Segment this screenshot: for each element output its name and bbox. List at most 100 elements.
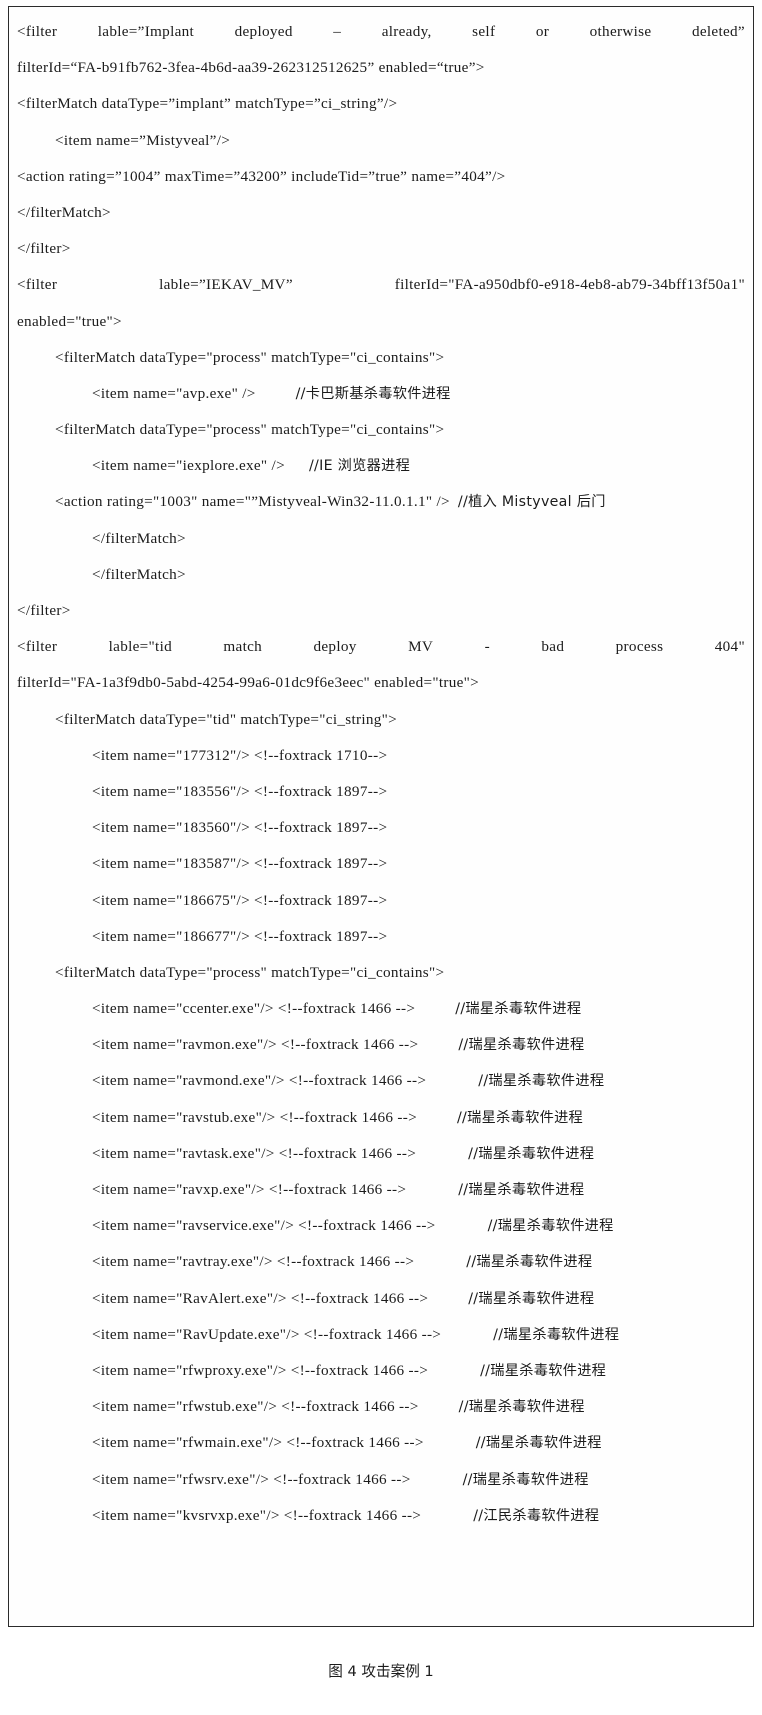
code-token: deploy: [313, 638, 357, 656]
code-listing-frame: <filter lable=”Implant deployed – already, se…: [8, 6, 754, 1627]
code-text: </filter>: [17, 602, 71, 619]
code-inline-comment: //瑞星杀毒软件进程: [480, 1362, 607, 1379]
code-line: <filterMatch dataType="process" matchTyp…: [17, 955, 745, 991]
code-inline-comment: //瑞星杀毒软件进程: [466, 1254, 593, 1271]
code-text: </filter>: [17, 240, 71, 258]
figure-caption: 图 4 攻击案例 1: [0, 1660, 762, 1681]
code-line: </filter>: [17, 231, 745, 267]
code-text: <item name="183560"/> <!--foxtrack 1897-…: [92, 819, 388, 837]
code-line: <item name="ravstub.exe"/> <!--foxtrack …: [17, 1100, 745, 1136]
code-token: <filter: [17, 638, 58, 656]
code-token: self: [472, 23, 496, 40]
code-token: <filter: [17, 23, 58, 40]
code-text: <item name="ravservice.exe"/> <!--foxtra…: [92, 1217, 436, 1235]
code-inline-comment: //瑞星杀毒软件进程: [458, 1399, 585, 1416]
code-line: <item name="ravmon.exe"/> <!--foxtrack 1…: [17, 1027, 745, 1063]
code-text: </filterMatch>: [92, 565, 186, 583]
code-line: <filter lable=”Implant deployed – already, se…: [17, 14, 745, 50]
code-line: <filter lable="tid match deploy MV - bad proces…: [17, 629, 745, 665]
code-token: otherwise: [589, 23, 652, 40]
code-line: <action rating="1003" name="”Mistyveal-W…: [17, 484, 745, 520]
code-text: <item name="ravmond.exe"/> <!--foxtrack …: [92, 1072, 427, 1090]
code-line: <item name="ravmond.exe"/> <!--foxtrack …: [17, 1063, 745, 1099]
code-inline-comment: //瑞星杀毒软件进程: [468, 1290, 595, 1307]
code-line: <item name="ravtask.exe"/> <!--foxtrack …: [17, 1136, 745, 1172]
code-token: <filter: [17, 276, 58, 294]
code-text: <item name="183587"/> <!--foxtrack 1897-…: [92, 855, 388, 873]
code-line: </filterMatch>: [17, 557, 745, 593]
code-text: <item name="186675"/> <!--foxtrack 1897-…: [92, 891, 388, 909]
xml-code-listing: <filter lable=”Implant deployed – already, se…: [17, 14, 745, 1534]
code-line: <filterMatch dataType="process" matchTyp…: [17, 412, 745, 448]
code-token: match: [223, 638, 263, 656]
code-line: <filterMatch dataType=”implant” matchTyp…: [17, 86, 745, 122]
code-text: <item name="kvsrvxp.exe"/> <!--foxtrack …: [92, 1506, 422, 1524]
code-line: <item name="ravxp.exe"/> <!--foxtrack 14…: [17, 1172, 745, 1208]
code-text: <item name="183556"/> <!--foxtrack 1897-…: [92, 782, 388, 800]
code-text: <action rating="1003" name="”Mistyveal-W…: [55, 493, 450, 511]
code-token: or: [535, 23, 550, 40]
code-inline-comment: //瑞星杀毒软件进程: [462, 1471, 589, 1488]
code-text: <item name="RavAlert.exe"/> <!--foxtrack…: [92, 1289, 429, 1307]
code-line: <item name="iexplore.exe" /> //IE 浏览器进程: [17, 448, 745, 484]
code-line: <item name="RavAlert.exe"/> <!--foxtrack…: [17, 1281, 745, 1317]
code-text: <item name="ravstub.exe"/> <!--foxtrack …: [92, 1108, 417, 1126]
code-token: deployed: [234, 23, 293, 40]
code-text: <filterMatch dataType="process" matchTyp…: [55, 348, 445, 366]
code-line: <filterMatch dataType="process" matchTyp…: [17, 340, 745, 376]
code-line: enabled="true">: [17, 304, 745, 340]
code-text: <item name="186677"/> <!--foxtrack 1897-…: [92, 927, 388, 945]
code-text: <item name="iexplore.exe" />: [92, 457, 285, 475]
code-inline-comment: //瑞星杀毒软件进程: [455, 1001, 582, 1018]
figure-caption-text: 图 4 攻击案例 1: [328, 1663, 434, 1680]
code-line: <item name="rfwstub.exe"/> <!--foxtrack …: [17, 1389, 745, 1425]
code-text: </filterMatch>: [17, 203, 111, 221]
code-token: MV: [408, 638, 434, 656]
code-inline-comment: //IE 浏览器进程: [308, 458, 411, 475]
code-inline-comment: //瑞星杀毒软件进程: [487, 1218, 614, 1235]
code-token: lable="tid: [108, 638, 172, 656]
code-text: <item name="ravmon.exe"/> <!--foxtrack 1…: [92, 1036, 419, 1054]
code-text: <item name=”Mistyveal”/>: [55, 131, 231, 149]
code-text: <item name="RavUpdate.exe"/> <!--foxtrac…: [92, 1325, 442, 1343]
code-inline-comment: //瑞星杀毒软件进程: [456, 1109, 584, 1126]
code-line: <item name="RavUpdate.exe"/> <!--foxtrac…: [17, 1317, 745, 1353]
code-text: <action rating=”1004” maxTime=”43200” in…: [17, 167, 506, 185]
code-line: <item name="ravtray.exe"/> <!--foxtrack …: [17, 1244, 745, 1280]
code-text: enabled="true">: [17, 312, 122, 330]
code-line: <item name="kvsrvxp.exe"/> <!--foxtrack …: [17, 1498, 745, 1534]
code-line: <item name="177312"/> <!--foxtrack 1710-…: [17, 738, 745, 774]
code-line: filterId=“FA-b91fb762-3fea-4b6d-aa39-262…: [17, 50, 745, 86]
code-token: deleted”: [691, 23, 745, 40]
code-line: <action rating=”1004” maxTime=”43200” in…: [17, 159, 745, 195]
code-text: <item name="rfwsrv.exe"/> <!--foxtrack 1…: [92, 1470, 411, 1488]
code-text: <filterMatch dataType=”implant” matchTyp…: [17, 95, 398, 113]
code-text: <item name="rfwproxy.exe"/> <!--foxtrack…: [92, 1361, 429, 1379]
code-text: <item name="ravtray.exe"/> <!--foxtrack …: [92, 1253, 415, 1271]
code-inline-comment: //江民杀毒软件进程: [473, 1507, 600, 1524]
code-line: filterId="FA-1a3f9db0-5abd-4254-99a6-01d…: [17, 665, 745, 701]
code-line: </filterMatch>: [17, 521, 745, 557]
code-line: <item name="186677"/> <!--foxtrack 1897-…: [17, 919, 745, 955]
code-text: <item name="rfwmain.exe"/> <!--foxtrack …: [92, 1434, 424, 1452]
code-line: <item name="183556"/> <!--foxtrack 1897-…: [17, 774, 745, 810]
code-token: bad: [541, 638, 565, 656]
code-line: <item name="ravservice.exe"/> <!--foxtra…: [17, 1208, 745, 1244]
code-line: <item name="rfwproxy.exe"/> <!--foxtrack…: [17, 1353, 745, 1389]
code-token: 404": [714, 638, 745, 656]
code-line: <item name=”Mistyveal”/>: [17, 123, 745, 159]
document-page: <filter lable=”Implant deployed – already, se…: [0, 0, 762, 1715]
code-token: already,: [381, 23, 432, 40]
code-token: lable=”IEKAV_MV”: [159, 276, 293, 294]
code-line: <item name="183560"/> <!--foxtrack 1897-…: [17, 810, 745, 846]
code-line: <filterMatch dataType="tid" matchType="c…: [17, 702, 745, 738]
code-text: <item name="avp.exe" />: [92, 384, 256, 402]
code-text: <item name="ravtask.exe"/> <!--foxtrack …: [92, 1144, 417, 1162]
code-text: <item name="177312"/> <!--foxtrack 1710-…: [92, 746, 388, 764]
code-line: </filter>: [17, 593, 745, 629]
code-token: process: [615, 638, 664, 656]
code-line: <item name="avp.exe" /> //卡巴斯基杀毒软件进程: [17, 376, 745, 412]
code-line: <item name="ccenter.exe"/> <!--foxtrack …: [17, 991, 745, 1027]
code-inline-comment: //卡巴斯基杀毒软件进程: [295, 385, 451, 402]
code-text: <filterMatch dataType="process" matchTyp…: [55, 963, 445, 981]
